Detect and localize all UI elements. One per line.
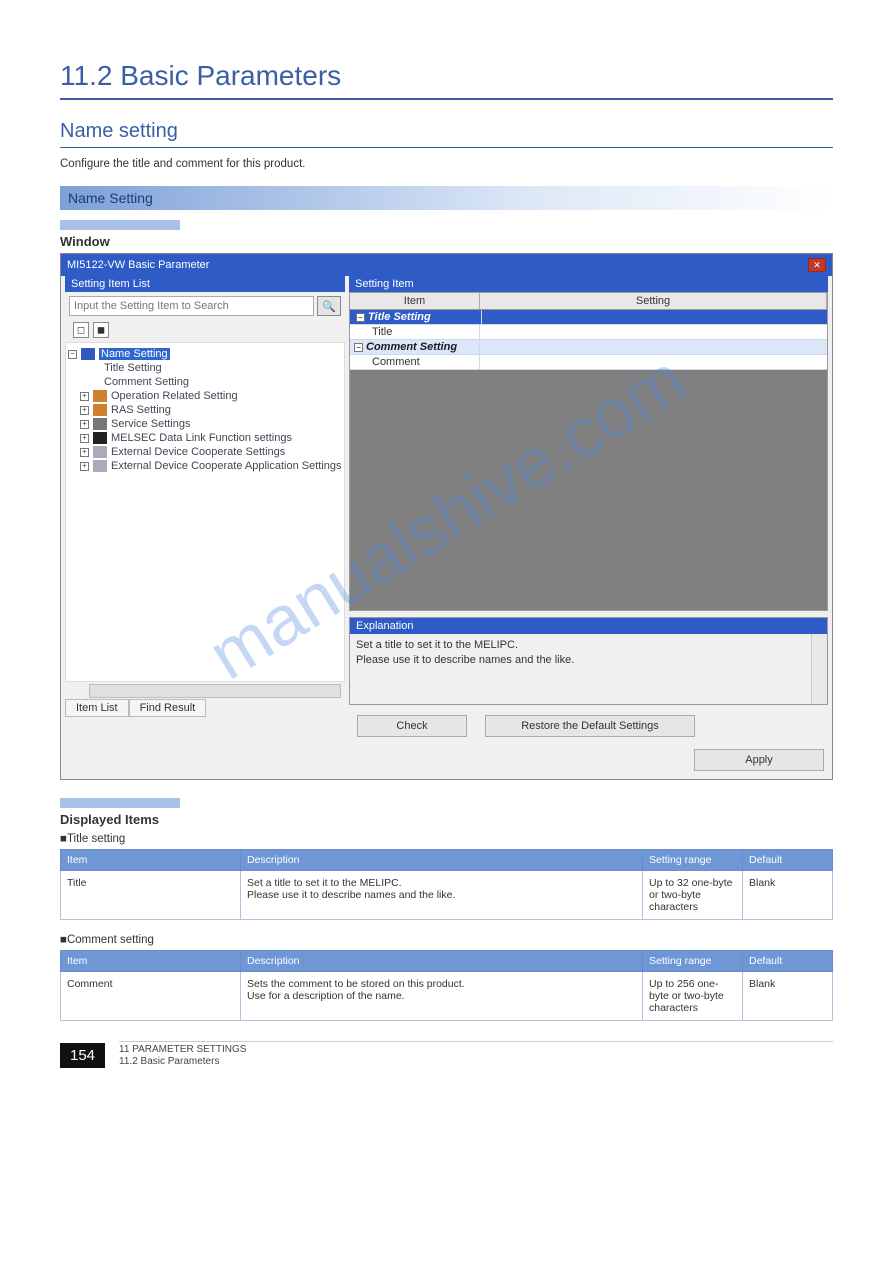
table-row: Comment Sets the comment to be stored on… [61,972,833,1021]
tree-toolbar: ◻ ◼ [65,320,345,342]
binoculars-icon: 🔍 [322,300,336,313]
expand-icon[interactable]: + [80,420,89,429]
td-desc: Set a title to set it to the MELIPC. Ple… [241,871,643,920]
explanation-body: Set a title to set it to the MELIPC. Ple… [350,634,827,704]
setting-grid: Item Setting −Title Setting Title −Comme… [349,292,828,611]
right-pane: Setting Item Item Setting −Title Setting… [349,276,828,737]
heading-1: 11.2 Basic Parameters [60,60,833,100]
expand-all-icon[interactable]: ◼ [93,322,109,338]
tree-name-setting[interactable]: Name Setting [99,348,170,360]
vertical-scrollbar[interactable] [811,634,827,704]
collapse-icon[interactable]: − [68,350,77,359]
row-title[interactable]: Title [350,325,480,339]
tree-ras[interactable]: RAS Setting [111,404,171,416]
table-row: Title Set a title to set it to the MELIP… [61,871,833,920]
collapse-icon[interactable]: − [356,313,365,322]
titlebar: MI5122-VW Basic Parameter ✕ [61,254,832,276]
close-button[interactable]: ✕ [808,258,826,272]
tree-view[interactable]: − Name Setting Title Setting Comment Sett… [65,342,345,682]
th-default: Default [743,951,833,972]
right-pane-header: Setting Item [349,276,828,292]
page-number: 154 [60,1043,105,1068]
expand-icon[interactable]: + [80,462,89,471]
dialog-window: manualshive.com MI5122-VW Basic Paramete… [60,253,833,780]
section-comment-setting: ■Comment setting [60,934,833,946]
folder-icon [93,404,107,416]
tree-title-setting[interactable]: Title Setting [68,361,342,375]
th-item: Item [61,951,241,972]
description: Configure the title and comment for this… [60,158,833,170]
expand-icon[interactable]: + [80,392,89,401]
apply-button[interactable]: Apply [694,749,824,771]
col-setting: Setting [480,293,827,309]
th-desc: Description [241,850,643,871]
check-button[interactable]: Check [357,715,467,737]
td-default: Blank [743,972,833,1021]
tree-service[interactable]: Service Settings [111,418,190,430]
tree-ext-dev-app[interactable]: External Device Cooperate Application Se… [111,460,342,472]
explanation-line-1: Set a title to set it to the MELIPC. [356,638,821,653]
td-item: Title [61,871,241,920]
page-footer: 154 11 PARAMETER SETTINGS 11.2 Basic Par… [60,1041,833,1068]
row-title-setting[interactable]: Title Setting [368,311,431,323]
td-item: Comment [61,972,241,1021]
cell-setting[interactable] [480,340,827,354]
sub-window: Window [60,234,833,249]
th-default: Default [743,850,833,871]
td-default: Blank [743,871,833,920]
folder-icon [81,348,95,360]
tree-melsec[interactable]: MELSEC Data Link Function settings [111,432,292,444]
th-desc: Description [241,951,643,972]
table-comment-setting: Item Description Setting range Default C… [60,950,833,1021]
folder-icon [93,460,107,472]
collapse-icon[interactable]: − [354,343,363,352]
th-item: Item [61,850,241,871]
left-pane: Setting Item List 🔍 ◻ ◼ − Name Setting Ti… [65,276,345,737]
restore-defaults-button[interactable]: Restore the Default Settings [485,715,695,737]
td-range: Up to 32 one-byte or two-byte characters [643,871,743,920]
folder-icon [93,418,107,430]
heading-2: Name setting [60,120,833,148]
td-desc: Sets the comment to be stored on this pr… [241,972,643,1021]
cell-setting[interactable] [480,325,827,339]
expand-icon[interactable]: + [80,448,89,457]
row-comment-setting[interactable]: Comment Setting [366,341,457,353]
search-input[interactable] [69,296,314,316]
tab-item-list[interactable]: Item List [65,699,129,717]
section-title-setting: ■Title setting [60,833,833,845]
col-item: Item [350,293,480,309]
dialog-title: MI5122-VW Basic Parameter [67,259,209,271]
tree-ext-dev[interactable]: External Device Cooperate Settings [111,446,285,458]
nav-bar: Name Setting [60,186,833,210]
horizontal-scrollbar[interactable] [89,684,341,698]
cell-setting[interactable] [482,310,825,324]
grid-empty-area [350,370,827,610]
explanation-panel: Explanation Set a title to set it to the… [349,617,828,705]
tree-comment-setting[interactable]: Comment Setting [68,375,342,389]
accent-bar [60,798,180,808]
left-pane-header: Setting Item List [65,276,345,292]
sub-displayed-items: Displayed Items [60,812,833,827]
search-button[interactable]: 🔍 [317,296,341,316]
td-range: Up to 256 one-byte or two-byte character… [643,972,743,1021]
explanation-header: Explanation [350,618,827,634]
grid-header: Item Setting [350,293,827,310]
expand-icon[interactable]: + [80,406,89,415]
row-comment[interactable]: Comment [350,355,480,369]
footer-line-1: 11 PARAMETER SETTINGS [119,1044,833,1056]
explanation-line-2: Please use it to describe names and the … [356,653,821,668]
collapse-all-icon[interactable]: ◻ [73,322,89,338]
accent-bar [60,220,180,230]
expand-icon[interactable]: + [80,434,89,443]
folder-icon [93,432,107,444]
table-title-setting: Item Description Setting range Default T… [60,849,833,920]
folder-icon [93,446,107,458]
th-range: Setting range [643,850,743,871]
tab-find-result[interactable]: Find Result [129,699,207,717]
th-range: Setting range [643,951,743,972]
folder-icon [93,390,107,402]
tree-op-related[interactable]: Operation Related Setting [111,390,238,402]
footer-line-2: 11.2 Basic Parameters [119,1056,833,1068]
cell-setting[interactable] [480,355,827,369]
